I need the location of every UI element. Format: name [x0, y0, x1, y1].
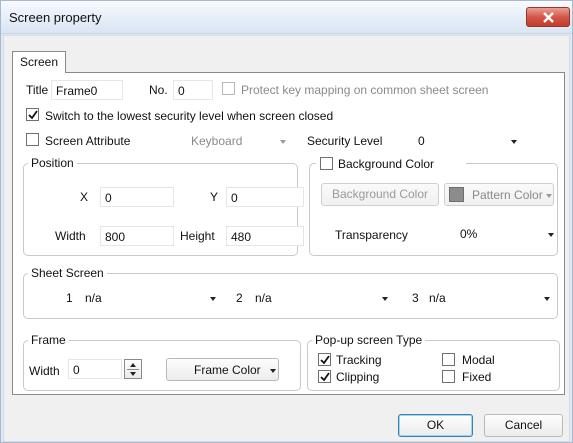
chevron-down-icon	[280, 140, 286, 144]
x-label: X	[80, 190, 89, 204]
chevron-down-icon	[270, 369, 276, 373]
popup-type-label: Pop-up screen Type	[312, 333, 426, 347]
popup-type-group: Pop-up screen Type Tracking Clipping Mod…	[307, 333, 560, 391]
dialog-body: Screen Title Frame0 No. 0 Protect key ma…	[3, 35, 570, 442]
y-label: Y	[210, 190, 219, 204]
x-input[interactable]: 0	[100, 187, 174, 207]
y-input[interactable]: 0	[226, 187, 304, 207]
transparency-select[interactable]: 0%	[456, 224, 556, 244]
tracking-label: Tracking	[336, 353, 382, 367]
position-group-label: Position	[28, 156, 77, 170]
color-swatch	[449, 187, 464, 202]
check-icon	[320, 372, 330, 382]
height-input[interactable]: 480	[226, 226, 304, 246]
fixed-label: Fixed	[462, 370, 492, 384]
arrow-down-icon	[130, 372, 136, 376]
window-title: Screen property	[9, 10, 102, 25]
sheet-3-value: n/a	[429, 291, 446, 305]
background-color-button[interactable]: Background Color	[321, 183, 439, 206]
number-label: No.	[149, 83, 168, 97]
background-group-header: Background Color	[316, 156, 466, 172]
frame-width-stepper[interactable]	[124, 359, 142, 379]
ok-button[interactable]: OK	[398, 414, 473, 437]
width-input[interactable]: 800	[100, 226, 174, 246]
clipping-label: Clipping	[336, 370, 380, 384]
sheet-1-value: n/a	[85, 291, 102, 305]
position-group: Position X 0 Y 0 Width 800 Height 480	[23, 156, 304, 256]
background-color-label: Background Color	[338, 157, 435, 171]
number-input[interactable]: 0	[173, 80, 213, 100]
background-group: Background Color Background Color Patter…	[309, 156, 558, 256]
sheet-1-number: 1	[66, 291, 73, 305]
tab-screen[interactable]: Screen	[12, 51, 67, 73]
check-icon	[320, 355, 330, 365]
chevron-down-icon	[511, 140, 517, 144]
sheet-screen-label: Sheet Screen	[28, 266, 107, 280]
protect-checkbox[interactable]	[222, 82, 235, 95]
tracking-checkbox[interactable]	[318, 353, 331, 366]
close-icon	[543, 12, 554, 23]
protect-label: Protect key mapping on common sheet scre…	[241, 83, 489, 97]
pattern-color-label: Pattern Color	[472, 188, 543, 202]
sheet-1-select[interactable]: n/a	[82, 288, 220, 308]
sheet-3-number: 3	[412, 291, 419, 305]
screen-attribute-value: Keyboard	[191, 134, 243, 148]
clipping-checkbox[interactable]	[318, 370, 331, 383]
dialog-window: Screen property Screen Title Frame0 No. …	[0, 0, 573, 443]
transparency-value: 0%	[460, 227, 478, 241]
arrow-up-icon	[130, 363, 136, 367]
chevron-down-icon	[382, 297, 388, 301]
sheet-3-select[interactable]: n/a	[426, 288, 554, 308]
frame-color-button[interactable]: Frame Color	[166, 358, 279, 381]
pattern-color-button[interactable]: Pattern Color	[444, 183, 554, 206]
screen-attribute-checkbox[interactable]	[26, 133, 39, 146]
title-input[interactable]: Frame0	[51, 80, 123, 100]
frame-group: Frame Width 0 Frame Color	[23, 333, 301, 391]
chevron-down-icon	[548, 233, 554, 237]
frame-color-label: Frame Color	[194, 363, 261, 377]
transparency-label: Transparency	[335, 228, 408, 242]
sheet-2-value: n/a	[255, 291, 272, 305]
background-color-checkbox[interactable]	[320, 157, 333, 170]
switch-security-label: Switch to the lowest security level when…	[45, 109, 334, 123]
width-label: Width	[55, 229, 86, 243]
check-icon	[28, 110, 38, 120]
fixed-checkbox[interactable]	[442, 370, 455, 383]
screen-tab-panel: Title Frame0 No. 0 Protect key mapping o…	[12, 72, 565, 395]
switch-security-checkbox[interactable]	[26, 108, 39, 121]
screen-attribute-label: Screen Attribute	[45, 134, 131, 148]
chevron-down-icon	[544, 297, 550, 301]
chevron-down-icon	[210, 297, 216, 301]
chevron-down-icon	[546, 194, 552, 198]
security-level-label: Security Level	[307, 134, 383, 148]
security-level-value: 0	[418, 134, 425, 148]
sheet-2-select[interactable]: n/a	[252, 288, 392, 308]
screen-attribute-select[interactable]: Keyboard	[185, 131, 289, 151]
frame-width-label: Width	[29, 364, 60, 378]
frame-width-input[interactable]: 0	[68, 359, 122, 379]
frame-group-label: Frame	[28, 333, 69, 347]
security-level-select[interactable]: 0	[411, 131, 523, 151]
modal-label: Modal	[462, 353, 495, 367]
title-label: Title	[26, 83, 49, 97]
sheet-2-number: 2	[236, 291, 243, 305]
cancel-button[interactable]: Cancel	[484, 414, 563, 437]
title-bar[interactable]: Screen property	[1, 1, 572, 34]
height-label: Height	[180, 229, 215, 243]
close-button[interactable]	[526, 7, 570, 27]
sheet-screen-group: Sheet Screen 1 n/a 2 n/a 3 n/a	[23, 266, 558, 319]
modal-checkbox[interactable]	[442, 353, 455, 366]
